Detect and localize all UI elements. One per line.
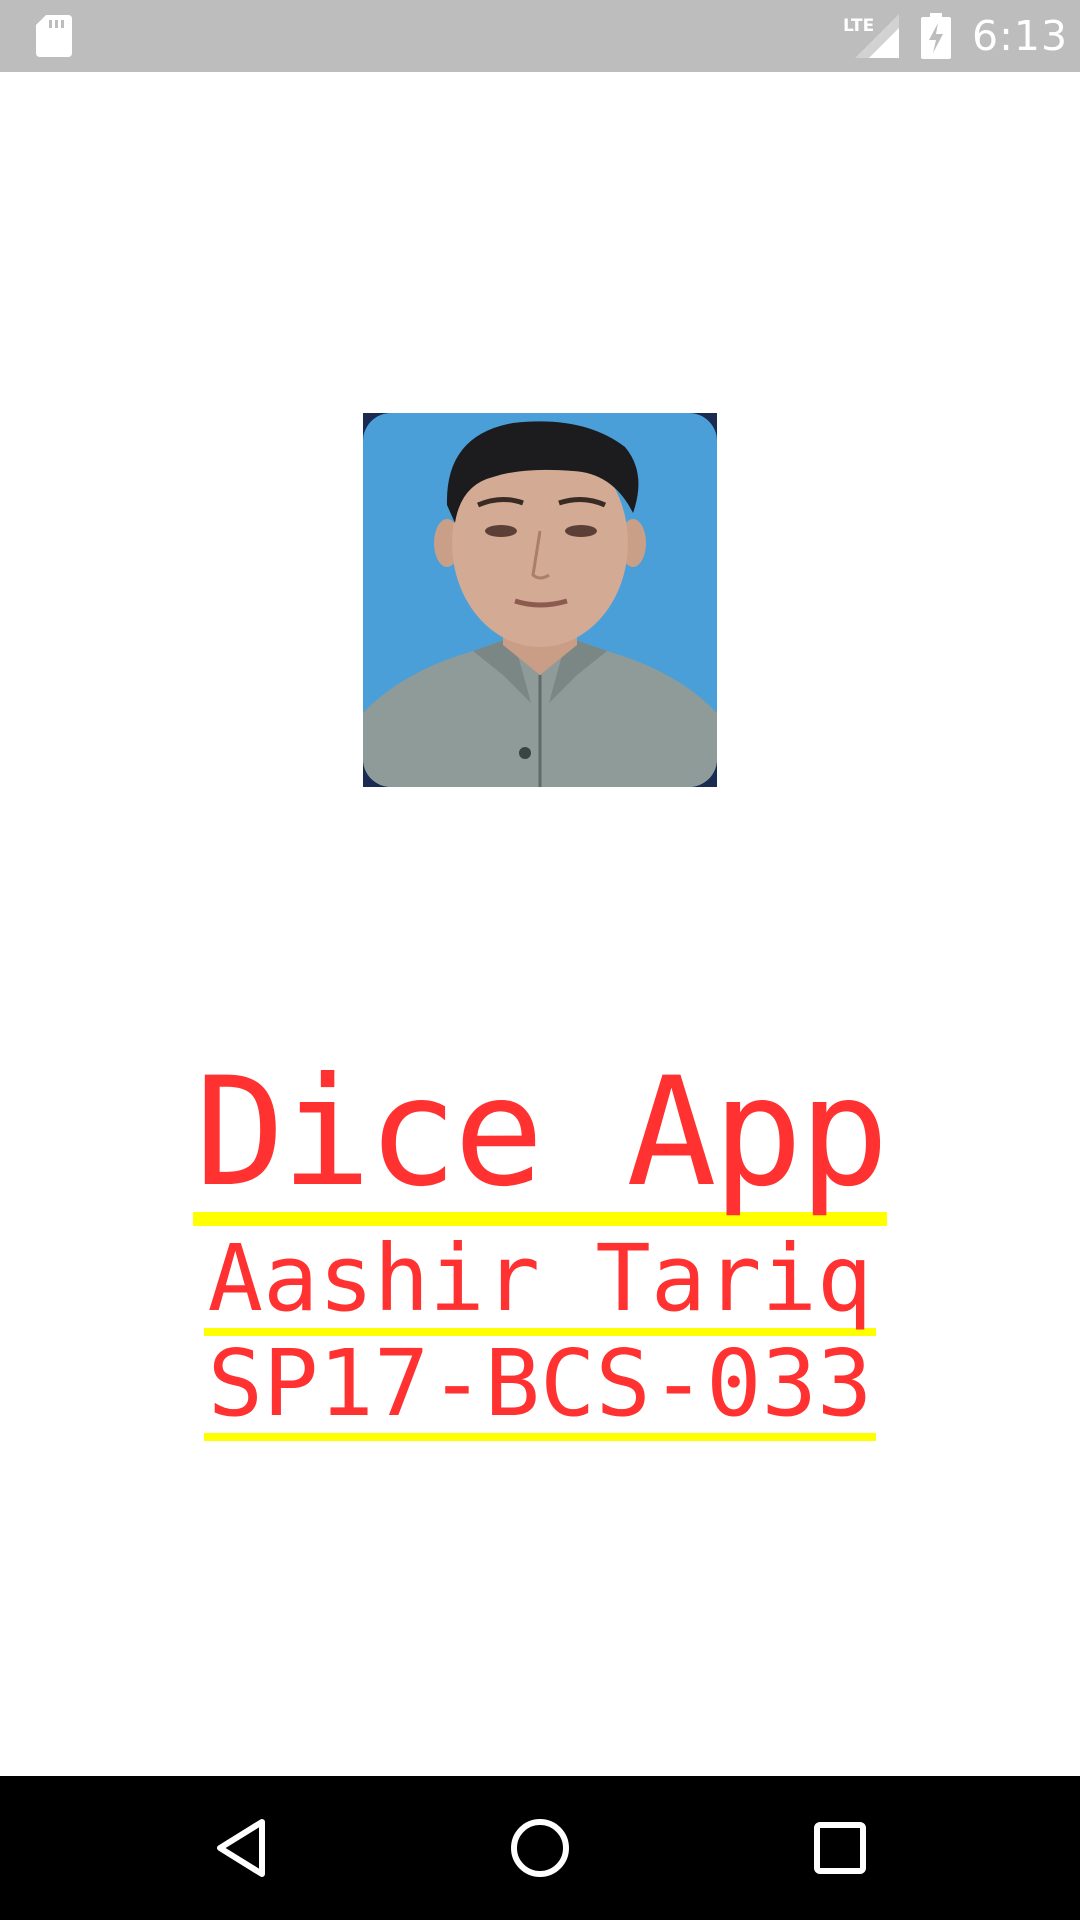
lte-signal-icon: LTE [843, 14, 899, 58]
recents-icon[interactable] [788, 1796, 892, 1900]
navigation-bar [0, 1776, 1080, 1920]
status-bar: LTE 6:13 [0, 0, 1080, 72]
home-icon[interactable] [488, 1796, 592, 1900]
registration-number: SP17-BCS-033 [203, 1338, 877, 1441]
screen: LTE 6:13 Dice App Aashir Tariq SP17-BCS-… [0, 0, 1080, 1920]
back-icon[interactable] [190, 1796, 294, 1900]
profile-photo [363, 413, 717, 787]
sd-card-icon [36, 15, 72, 57]
author-block: Aashir Tariq [0, 1233, 1080, 1336]
app-title: Dice App [192, 1058, 889, 1226]
registration-block: SP17-BCS-033 [0, 1338, 1080, 1441]
svg-text:LTE: LTE [843, 16, 874, 36]
author-name: Aashir Tariq [203, 1233, 877, 1336]
battery-charging-icon [921, 13, 951, 59]
status-clock: 6:13 [972, 12, 1069, 60]
app-title-block: Dice App [0, 1058, 1080, 1226]
